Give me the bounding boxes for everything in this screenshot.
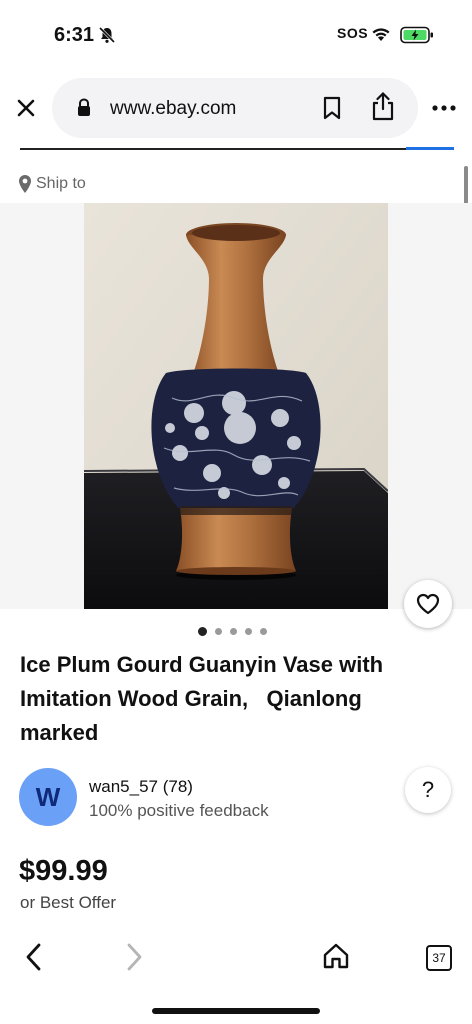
forward-arrow-icon[interactable] <box>122 942 146 972</box>
search-field-underline <box>20 148 406 150</box>
status-time: 6:31 <box>54 24 95 46</box>
address-bar[interactable]: www.ebay.com <box>52 78 418 138</box>
tabs-button[interactable]: 37 <box>426 945 452 971</box>
pagination-dot[interactable] <box>230 628 237 635</box>
watch-button[interactable] <box>404 580 452 628</box>
pagination-dot[interactable] <box>198 627 207 636</box>
ship-to-link[interactable]: Ship to <box>18 172 86 196</box>
pagination-dot[interactable] <box>245 628 252 635</box>
sos-indicator: SOS <box>337 25 369 41</box>
url-text: www.ebay.com <box>110 98 237 119</box>
back-arrow-icon[interactable] <box>22 942 46 972</box>
search-button-edge <box>406 147 454 150</box>
more-options-icon[interactable] <box>432 104 456 112</box>
wifi-icon <box>372 28 390 41</box>
listing-title: Ice Plum Gourd Guanyin Vase with Imitati… <box>20 652 384 745</box>
help-button[interactable]: ? <box>405 767 451 813</box>
seller-feedback: 100% positive feedback <box>89 801 269 820</box>
pagination-dot[interactable] <box>260 628 267 635</box>
heart-icon <box>416 593 440 615</box>
seller-avatar[interactable]: W <box>19 768 77 826</box>
image-gallery[interactable] <box>0 203 472 628</box>
bookmark-icon[interactable] <box>322 96 342 120</box>
product-photo <box>84 203 388 609</box>
seller-name[interactable]: wan5_57 (78) <box>89 777 193 797</box>
lock-icon <box>78 98 90 116</box>
status-bar: 6:31 SOS <box>0 0 472 70</box>
browser-toolbar: www.ebay.com <box>0 78 472 142</box>
browser-bottom-nav: 37 <box>0 932 472 982</box>
bell-muted-icon <box>98 26 116 44</box>
best-offer-note: or Best Offer <box>20 893 117 912</box>
home-icon[interactable] <box>322 942 350 970</box>
share-icon[interactable] <box>370 91 396 121</box>
item-price: $99.99 <box>19 855 108 887</box>
ship-to-label: Ship to <box>36 175 86 192</box>
home-indicator[interactable] <box>152 1008 320 1014</box>
photo-pagination[interactable] <box>198 627 267 636</box>
pagination-dot[interactable] <box>215 628 222 635</box>
location-pin-icon <box>19 175 31 193</box>
close-icon[interactable] <box>12 94 40 122</box>
battery-charging-icon <box>400 26 433 44</box>
